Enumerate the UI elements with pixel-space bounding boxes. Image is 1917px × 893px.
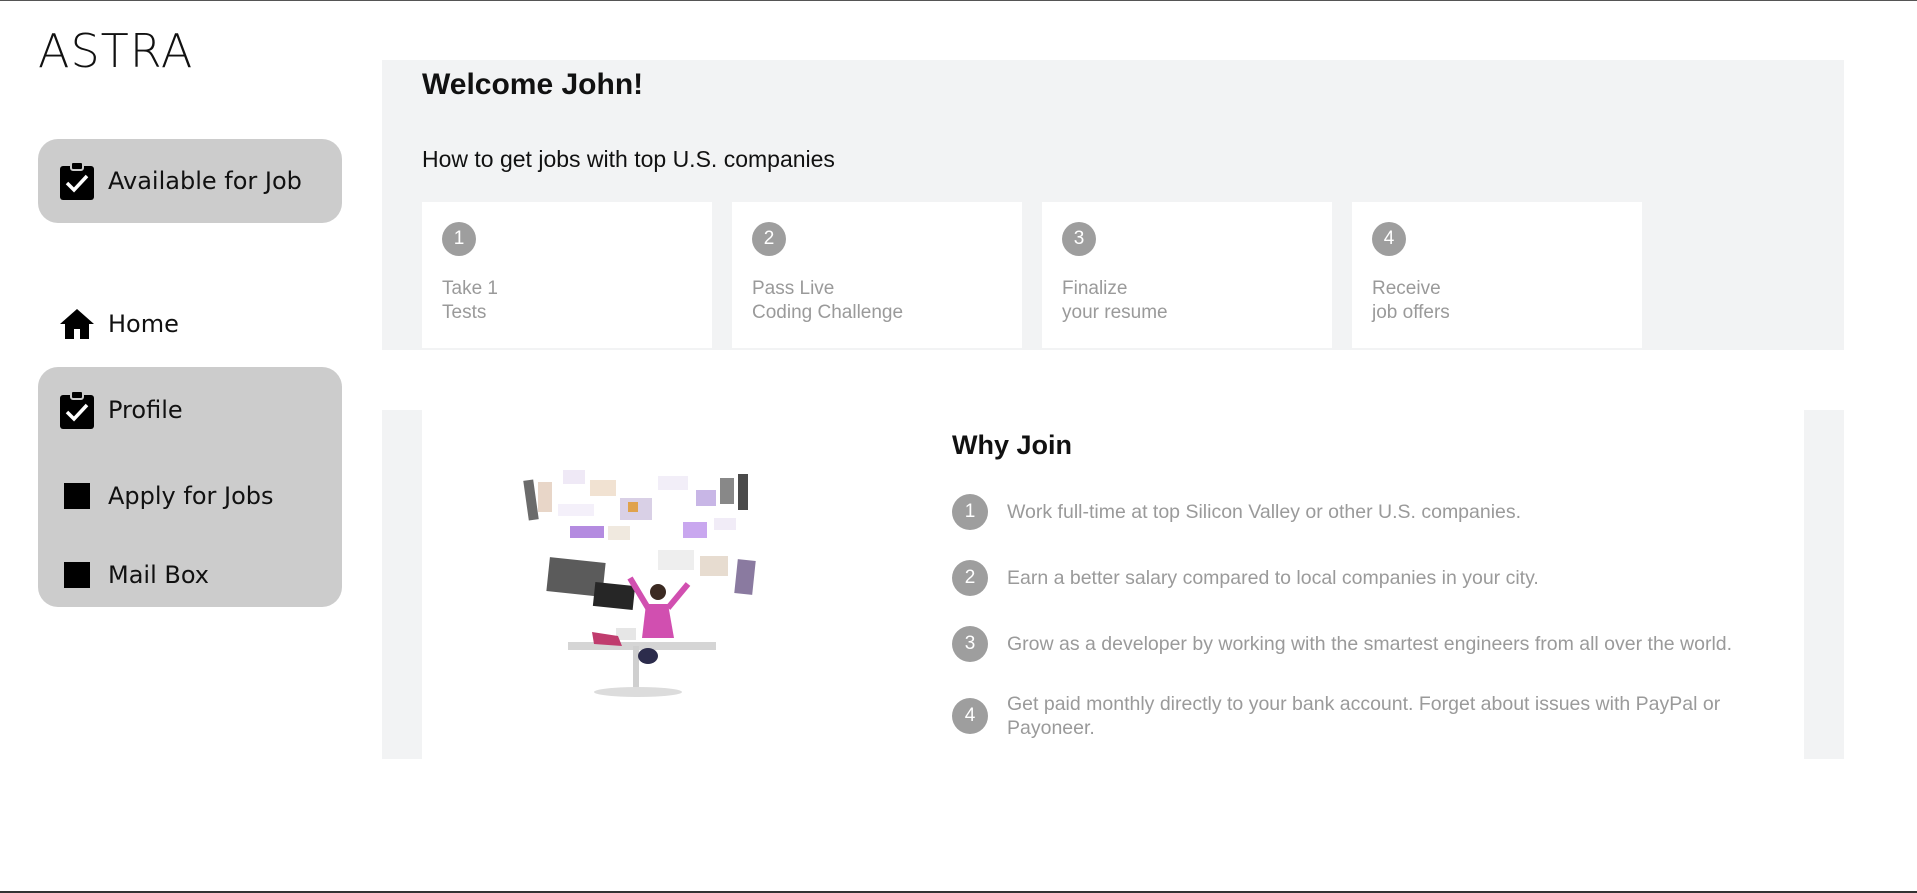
app-logo: ASTRA [38,24,194,78]
reason-number-badge: 3 [952,626,988,662]
reason-number-badge: 4 [952,698,988,734]
developer-illustration [523,470,756,697]
list-item: 2 Earn a better salary compared to local… [952,553,1782,603]
list-item: 3 Grow as a developer by working with th… [952,619,1782,669]
reason-text: Work full-time at top Silicon Valley or … [1007,501,1522,523]
step-number-badge: 1 [442,222,476,256]
list-item: 1 Work full-time at top Silicon Valley o… [952,487,1782,537]
why-join-card: Why Join 1 Work full-time at top Silicon… [422,410,1804,759]
page-title: Welcome John! [422,68,644,101]
home-icon [58,305,96,343]
reason-text: Grow as a developer by working with the … [1007,633,1733,655]
sidebar-item-label: Profile [108,396,183,424]
step-card: 1 Take 1 Tests [422,202,712,348]
list-item: 4 Get paid monthly directly to your bank… [952,691,1782,741]
sidebar-item-label: Apply for Jobs [108,482,274,510]
step-subtitle: Tests [442,302,487,323]
reason-text: Earn a better salary compared to local c… [1007,567,1539,589]
clipboard-check-icon [58,161,96,200]
step-title: Finalize [1062,278,1128,299]
sidebar-item-apply-for-jobs[interactable]: Apply for Jobs [38,471,342,521]
clipboard-check-icon [58,390,96,429]
square-icon [58,477,96,515]
step-card: 2 Pass Live Coding Challenge [732,202,1022,348]
reason-text: Get paid monthly directly to your bank a… [1007,693,1721,739]
step-subtitle: Coding Challenge [752,302,904,323]
step-number-badge: 4 [1372,222,1406,256]
step-subtitle: your resume [1062,302,1168,323]
reason-number-badge: 1 [952,494,988,530]
sidebar-item-profile[interactable]: Profile [38,385,342,435]
square-icon [58,556,96,594]
step-title: Take 1 [442,278,498,299]
sidebar-item-home[interactable]: Home [38,302,342,346]
step-title: Receive [1372,278,1441,299]
why-join-title: Why Join [952,430,1072,460]
welcome-panel: Welcome John! How to get jobs with top U… [382,60,1844,350]
step-number-badge: 3 [1062,222,1096,256]
top-border [0,0,1917,1]
step-subtitle: job offers [1372,302,1450,323]
step-title: Pass Live [752,278,835,299]
sidebar-item-mail-box[interactable]: Mail Box [38,550,342,600]
available-for-job-button[interactable]: Available for Job [38,139,342,223]
reason-number-badge: 2 [952,560,988,596]
step-card: 4 Receive job offers [1352,202,1642,348]
step-number-badge: 2 [752,222,786,256]
step-card: 3 Finalize your resume [1042,202,1332,348]
sidebar-item-label: Mail Box [108,561,209,589]
available-for-job-label: Available for Job [108,167,302,195]
sidebar-nav-group: Profile Apply for Jobs Mail Box [38,367,342,607]
sidebar-item-label: Home [108,310,179,338]
steps-heading: How to get jobs with top U.S. companies [422,146,835,172]
